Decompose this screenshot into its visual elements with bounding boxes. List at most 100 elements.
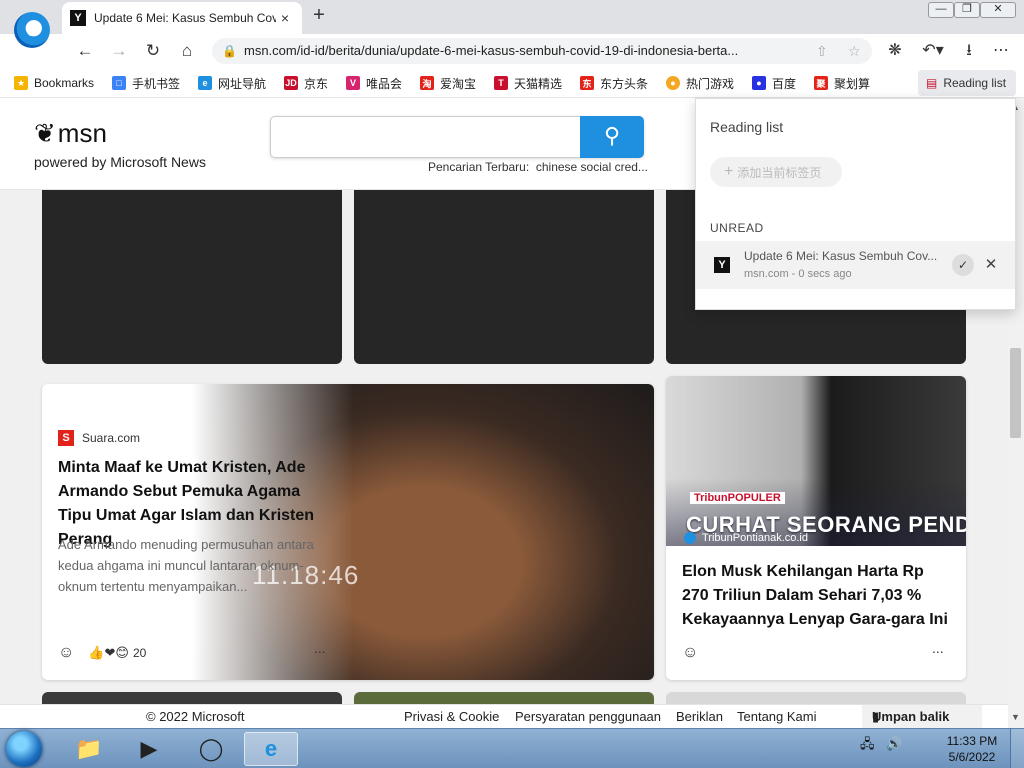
bookmark-label: 东方头条 (600, 76, 649, 91)
favorite-star-icon[interactable]: ☆ (848, 38, 861, 64)
recent-search-link[interactable]: chinese social cred... (536, 160, 648, 174)
minimize-button[interactable]: — (928, 2, 954, 18)
restore-button[interactable]: ❐ (954, 2, 980, 18)
add-reaction-icon[interactable]: ☺ (682, 644, 698, 662)
back-button[interactable]: ← (74, 40, 96, 62)
share-icon[interactable]: ⇧ (816, 38, 828, 64)
news-tile-dark[interactable] (42, 190, 342, 364)
tmall-icon: T (494, 76, 508, 90)
baidu-paw-icon: ● (752, 76, 766, 90)
file-explorer-icon[interactable]: 📁 (62, 732, 116, 766)
msn-favicon-icon: Y (70, 10, 86, 26)
reading-item-title: Update 6 Mei: Kasus Sembuh Cov... (744, 249, 938, 263)
msn-logo[interactable]: ❦msn (34, 118, 107, 149)
show-desktop-button[interactable] (1010, 729, 1024, 768)
vip-icon: V (346, 76, 360, 90)
bookmark-games[interactable]: ● 热门游戏 (666, 74, 734, 92)
jd-icon: JD (284, 76, 298, 90)
clock[interactable]: 11:33 PM 5/6/2022 (940, 733, 1004, 765)
bookmark-jd[interactable]: JD 京东 (284, 74, 328, 92)
card-source: TribunPontianak.co.id (684, 532, 808, 544)
refresh-button[interactable]: ↻ (142, 40, 164, 62)
chrome-icon[interactable]: ◯ (184, 732, 238, 766)
footer-link-advertise[interactable]: Beriklan (676, 709, 723, 724)
recent-label: Pencarian Terbaru: (428, 160, 530, 174)
extensions-icon[interactable]: ❋ (884, 40, 906, 62)
volume-icon[interactable]: 🔊 (886, 736, 902, 751)
card-reactions: ☺ 👍❤😊 20 (58, 644, 146, 662)
source-name: TribunPontianak.co.id (702, 532, 808, 544)
card-headline[interactable]: Elon Musk Kehilangan Harta Rp 270 Triliu… (682, 560, 952, 632)
address-field[interactable]: 🔒 msn.com/id-id/berita/dunia/update-6-me… (212, 38, 872, 64)
reading-list-item[interactable]: Y Update 6 Mei: Kasus Sembuh Cov... msn.… (696, 241, 1015, 289)
tribun-logo-icon (684, 532, 696, 544)
news-card-video[interactable]: 11.18:46 S Suara.com Minta Maaf ke Umat K… (42, 384, 654, 680)
footer-link-terms[interactable]: Persyaratan penggunaan (515, 709, 661, 724)
search-input[interactable]: ⚲ (270, 116, 644, 158)
clock-time: 11:33 PM (946, 734, 998, 748)
system-tray: 🖧 🔊 (860, 735, 902, 757)
bookmarks-bar: ★ Bookmarks □ 手机书签 e 网址导航 JD 京东 V 唯品会 淘爱淘宝 T天… (0, 68, 1024, 98)
powered-by-text: powered by Microsoft News (34, 154, 206, 170)
bookmark-bookmarks[interactable]: ★ Bookmarks (14, 74, 94, 92)
mark-read-icon[interactable]: ✓ (952, 254, 974, 276)
suara-logo-icon: S (58, 430, 74, 446)
footer-link-privacy[interactable]: Privasi & Cookie (404, 709, 499, 724)
download-icon[interactable]: ⭳ (958, 40, 980, 62)
bookmark-label: 聚划算 (834, 76, 871, 91)
toutiao-icon: 东 (580, 76, 594, 90)
reaction-emojis-icon[interactable]: 👍❤😊 (88, 645, 129, 661)
scroll-down-icon[interactable]: ▼ (1011, 712, 1020, 722)
reading-item-meta: msn.com - 0 secs ago (744, 268, 852, 280)
tab-close-button[interactable]: × (276, 10, 294, 26)
forward-button[interactable]: → (108, 40, 130, 62)
windows-taskbar: 📁 ▶ ◯ e 🖧 🔊 11:33 PM 5/6/2022 (0, 728, 1024, 768)
undo-menu-icon[interactable]: ↶▾ (918, 40, 948, 62)
media-player-icon[interactable]: ▶ (122, 732, 176, 766)
new-tab-button[interactable]: + (308, 4, 330, 26)
bookmark-mobile[interactable]: □ 手机书签 (112, 74, 180, 92)
phone-icon: □ (112, 76, 126, 90)
start-button[interactable] (6, 731, 42, 767)
more-menu-icon[interactable]: ⋯ (990, 40, 1012, 62)
bookmark-juhuasuan[interactable]: 聚聚划算 (814, 74, 870, 92)
bookmark-taobao[interactable]: 淘爱淘宝 (420, 74, 476, 92)
close-window-button[interactable]: ✕ (980, 2, 1016, 18)
add-current-tab-button[interactable]: + 添加当前标签页 (710, 157, 842, 187)
msn-logo-text: msn (57, 118, 107, 148)
bookmark-toutiao[interactable]: 东东方头条 (580, 74, 648, 92)
bookmark-label: 唯品会 (366, 76, 403, 91)
news-card-image[interactable]: TribunPOPULER CURHAT SEORANG PENDIRI TWI… (666, 376, 966, 680)
ie-icon: e (198, 76, 212, 90)
search-button[interactable]: ⚲ (580, 116, 644, 158)
recent-searches: Pencarian Terbaru: chinese social cred..… (428, 160, 648, 174)
news-tile-partial[interactable] (354, 692, 654, 704)
scroll-thumb[interactable] (1010, 348, 1021, 438)
news-tile-dark[interactable] (354, 190, 654, 364)
popular-tag: TribunPOPULER (690, 492, 785, 504)
network-icon[interactable]: 🖧 (860, 736, 875, 751)
bookmark-baidu[interactable]: ● 百度 (752, 74, 796, 92)
footer-link-about[interactable]: Tentang Kami (737, 709, 817, 724)
msn-butterfly-icon: ❦ (34, 118, 56, 148)
bookmark-nav[interactable]: e 网址导航 (198, 74, 266, 92)
news-tile-partial[interactable] (42, 692, 342, 704)
card-summary: Ade Armando menuding permusuhan antara k… (58, 537, 314, 594)
card-more-button[interactable]: ... (932, 640, 944, 656)
tab-bar: Y Update 6 Mei: Kasus Sembuh Cov × + — ❐… (0, 0, 1024, 34)
bookmark-vip[interactable]: V 唯品会 (346, 74, 402, 92)
news-tile-partial[interactable] (666, 692, 966, 704)
add-reaction-icon[interactable]: ☺ (58, 644, 74, 662)
home-button[interactable]: ⌂ (176, 40, 198, 62)
reading-list-button[interactable]: ▤ Reading list (918, 70, 1016, 96)
add-current-tab-label: 添加当前标签页 (737, 165, 822, 180)
tab-active[interactable]: Y Update 6 Mei: Kasus Sembuh Cov × (62, 2, 302, 34)
reaction-count: 20 (132, 646, 147, 660)
card-source: S Suara.com (58, 430, 140, 446)
feedback-button[interactable]: ▮ Umpan balik (862, 705, 982, 729)
bookmark-tmall[interactable]: T 天猫精选 (494, 74, 562, 92)
remove-item-icon[interactable]: ✕ (982, 254, 1000, 276)
card-more-button[interactable]: ... (314, 640, 326, 656)
edge-taskbar-icon[interactable]: e (244, 732, 298, 766)
copyright-text: © 2022 Microsoft (146, 709, 245, 724)
